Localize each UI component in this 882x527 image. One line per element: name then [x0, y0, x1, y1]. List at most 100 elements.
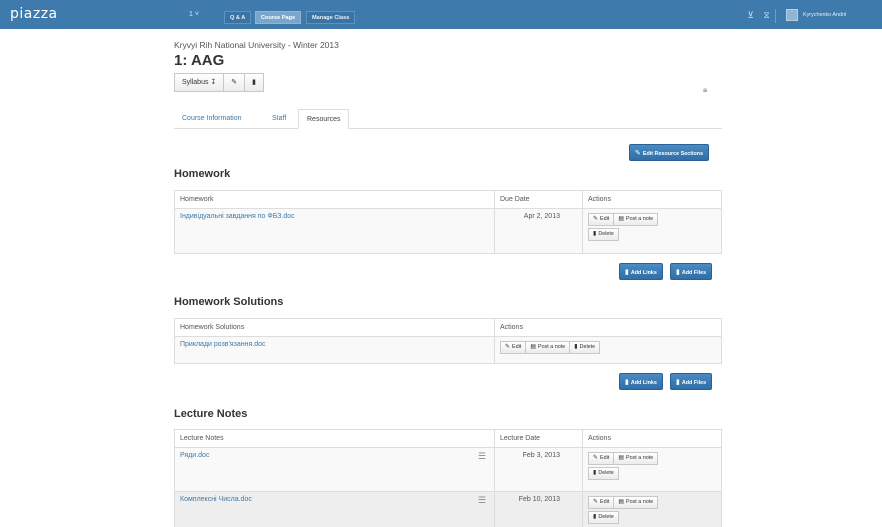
- column-header: Due Date: [494, 190, 583, 209]
- row-actions: ✎ Edit ▤ Post a note: [588, 213, 659, 228]
- add-links-label: Add Links: [630, 380, 657, 386]
- add-links-button[interactable]: ▮ Add Links: [619, 373, 663, 390]
- resource-link[interactable]: Індивідуальні завдання по ФБЗ.doc: [180, 213, 295, 220]
- pencil-icon: ✎: [505, 344, 511, 350]
- trash-icon: ▮: [593, 514, 597, 520]
- delete-label: Delete: [579, 344, 596, 350]
- post-note-label: Post a note: [626, 216, 654, 222]
- syllabus-button-group: Syllabus ↧ ✎ ▮: [174, 73, 265, 92]
- file-icon: ▮: [676, 269, 680, 276]
- add-files-label: Add Files: [681, 270, 707, 276]
- note-icon: ▤: [618, 455, 624, 461]
- post-note-button[interactable]: ▤ Post a note: [526, 341, 571, 354]
- add-files-button[interactable]: ▮ Add Files: [670, 373, 713, 390]
- due-date: Apr 2, 2013: [494, 208, 583, 254]
- row-actions: ✎ Edit ▤ Post a note: [588, 496, 659, 511]
- edit-button[interactable]: ✎ Edit: [500, 341, 527, 354]
- column-header: Lecture Notes: [174, 429, 495, 448]
- file-icon: ▮: [676, 379, 680, 386]
- edit-label: Edit: [600, 455, 610, 461]
- trash-icon: ▮: [252, 79, 257, 86]
- edit-resource-sections-button[interactable]: ✎ Edit Resource Sections: [629, 144, 710, 161]
- section-title-homework: Homework: [174, 168, 231, 180]
- homework-solutions-table: Homework Solutions Actions Приклади розв…: [174, 318, 722, 364]
- post-note-button[interactable]: ▤ Post a note: [614, 452, 659, 465]
- download-icon: ↧: [210, 79, 217, 86]
- delete-label: Delete: [598, 470, 614, 476]
- homework-table: Homework Due Date Actions Індивідуальні …: [174, 190, 722, 254]
- syllabus-label: Syllabus: [182, 79, 209, 86]
- pencil-icon: ✎: [593, 455, 599, 461]
- resource-link[interactable]: Приклади розв'язання.doc: [180, 341, 266, 348]
- lecture-date: Feb 10, 2013: [494, 491, 583, 527]
- top-navigation-bar: piazza 1 ˅ Q & A Course Page Manage Clas…: [0, 0, 882, 29]
- post-note-label: Post a note: [626, 455, 654, 461]
- column-header: Actions: [582, 429, 722, 448]
- course-tabs: Course Information Staff Resources: [174, 109, 722, 129]
- link-icon: ▮: [625, 269, 629, 276]
- nav-manage-class[interactable]: Manage Class: [306, 11, 356, 24]
- add-links-button[interactable]: ▮ Add Links: [619, 263, 663, 280]
- trash-icon: ▮: [593, 470, 597, 476]
- delete-button[interactable]: ▮ Delete: [588, 467, 619, 480]
- delete-label: Delete: [598, 231, 614, 237]
- column-header: Lecture Date: [494, 429, 583, 448]
- lock-icon: 🔒︎: [703, 85, 708, 94]
- drag-handle-icon[interactable]: ☰: [478, 452, 486, 461]
- lecture-notes-table: Lecture Notes Lecture Date Actions Ряди.…: [174, 429, 722, 527]
- delete-button[interactable]: ▮ Delete: [588, 511, 619, 524]
- trash-icon: ▮: [593, 231, 597, 237]
- edit-button[interactable]: ✎ Edit: [588, 496, 615, 509]
- edit-button[interactable]: ✎ Edit: [588, 213, 615, 226]
- tab-resources[interactable]: Resources: [298, 109, 350, 129]
- delete-button[interactable]: ▮ Delete: [588, 228, 619, 241]
- pencil-icon: ✎: [593, 216, 599, 222]
- row-actions: ✎ Edit ▤ Post a note ▮ Delete: [500, 341, 601, 356]
- filter-icon[interactable]: ⧖: [761, 10, 772, 21]
- user-name[interactable]: Kyrychenko Andrii: [803, 12, 846, 18]
- table-row: Комплексні Числа.doc ☰ Feb 10, 2013 ✎ Edit…: [174, 491, 722, 527]
- post-note-label: Post a note: [538, 344, 566, 350]
- table-row: Ряди.doc ☰ Feb 3, 2013 ✎ Edit ▤ Post a note…: [174, 447, 722, 492]
- lecture-date: Feb 3, 2013: [494, 447, 583, 492]
- post-note-button[interactable]: ▤ Post a note: [614, 213, 659, 226]
- column-header: Homework: [174, 190, 495, 209]
- university-name: Kryvyi Rih National University - Winter …: [174, 40, 339, 50]
- note-icon: ▤: [530, 344, 536, 350]
- topbar-divider: [775, 9, 776, 23]
- edit-button[interactable]: ✎ Edit: [588, 452, 615, 465]
- course-title: 1: AAG: [174, 52, 225, 69]
- class-selector[interactable]: 1 ˅: [189, 11, 199, 18]
- note-icon: ▤: [618, 499, 624, 505]
- pencil-icon: ✎: [593, 499, 599, 505]
- delete-button[interactable]: ▮ Delete: [570, 341, 601, 354]
- nav-course-page[interactable]: Course Page: [255, 11, 302, 24]
- delete-syllabus-button[interactable]: ▮: [245, 73, 265, 92]
- link-icon: ▮: [625, 379, 629, 386]
- syllabus-button[interactable]: Syllabus ↧: [174, 73, 225, 92]
- pencil-icon: ✎: [231, 79, 238, 86]
- tab-course-information[interactable]: Course Information: [174, 109, 250, 129]
- edit-label: Edit: [600, 216, 610, 222]
- row-actions: ✎ Edit ▤ Post a note: [588, 452, 659, 467]
- table-row: Приклади розв'язання.doc ✎ Edit ▤ Post a n…: [174, 336, 722, 364]
- resource-link[interactable]: Ряди.doc: [180, 452, 209, 459]
- delete-label: Delete: [598, 514, 614, 520]
- tab-staff[interactable]: Staff: [264, 109, 294, 129]
- add-files-label: Add Files: [681, 380, 707, 386]
- user-avatar[interactable]: [786, 9, 798, 21]
- add-files-button[interactable]: ▮ Add Files: [670, 263, 713, 280]
- nav-qa[interactable]: Q & A: [224, 11, 252, 24]
- resource-link[interactable]: Комплексні Числа.doc: [180, 496, 252, 503]
- post-note-button[interactable]: ▤ Post a note: [614, 496, 659, 509]
- section-title-homework-solutions: Homework Solutions: [174, 296, 284, 308]
- trash-icon: ▮: [574, 344, 578, 350]
- table-row: Індивідуальні завдання по ФБЗ.doc Apr 2,…: [174, 208, 722, 254]
- edit-resource-sections-label: Edit Resource Sections: [642, 151, 704, 157]
- chart-icon[interactable]: ⊻: [745, 10, 756, 21]
- piazza-logo[interactable]: piazza: [10, 6, 58, 22]
- edit-syllabus-button[interactable]: ✎: [224, 73, 246, 92]
- note-icon: ▤: [618, 216, 624, 222]
- drag-handle-icon[interactable]: ☰: [478, 496, 486, 505]
- post-note-label: Post a note: [626, 499, 654, 505]
